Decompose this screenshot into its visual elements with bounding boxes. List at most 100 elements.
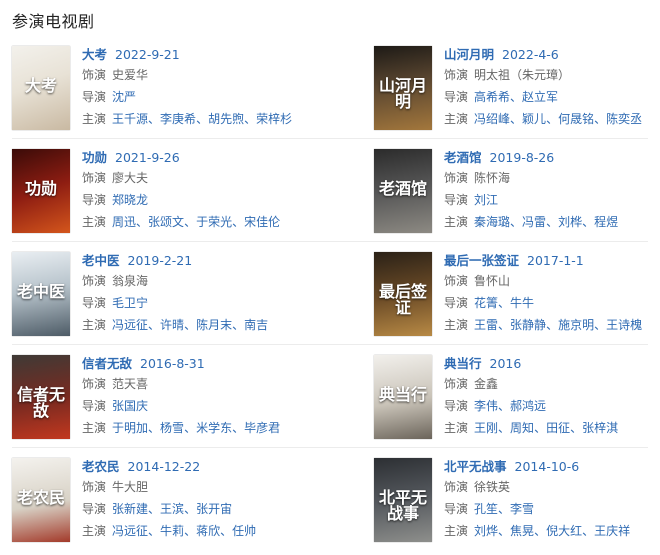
director-list: 郑晓龙 xyxy=(112,193,148,207)
list-separator: 、 xyxy=(184,421,197,435)
director-link[interactable]: 王滨 xyxy=(160,502,184,516)
role-row: 饰演 鲁怀山 xyxy=(444,270,660,292)
cast-link[interactable]: 杨雪 xyxy=(160,421,184,435)
cast-link[interactable]: 王千源 xyxy=(112,112,148,126)
director-link[interactable]: 牛牛 xyxy=(510,296,534,310)
drama-poster[interactable]: 北平无战事 xyxy=(374,458,432,542)
drama-poster[interactable]: 典当行 xyxy=(374,355,432,439)
cast-link[interactable]: 许晴 xyxy=(160,318,184,332)
director-link[interactable]: 孔笙 xyxy=(474,502,498,516)
role-value: 廖大夫 xyxy=(112,171,149,185)
director-link[interactable]: 李伟 xyxy=(474,399,498,413)
cast-link[interactable]: 任帅 xyxy=(232,524,256,538)
drama-release-date: 2019-2-21 xyxy=(127,253,193,268)
list-separator: 、 xyxy=(184,215,197,229)
director-link[interactable]: 郑晓龙 xyxy=(112,193,148,207)
cast-link[interactable]: 秦海璐 xyxy=(474,215,510,229)
director-link[interactable]: 沈严 xyxy=(112,90,136,104)
director-link[interactable]: 赵立军 xyxy=(522,90,558,104)
cast-link[interactable]: 王刚 xyxy=(474,421,498,435)
cast-link[interactable]: 何晟铭 xyxy=(558,112,594,126)
drama-poster[interactable]: 功勋 xyxy=(12,149,70,233)
director-link[interactable]: 毛卫宁 xyxy=(112,296,148,310)
drama-release-date: 2014-12-22 xyxy=(127,459,201,474)
cast-link[interactable]: 张梓淇 xyxy=(582,421,618,435)
cast-link[interactable]: 冯远征 xyxy=(112,318,148,332)
cast-link[interactable]: 施京明 xyxy=(558,318,594,332)
poster-title-art: 老中医 xyxy=(16,282,65,301)
poster-title-art: 老农民 xyxy=(16,488,65,507)
cast-link[interactable]: 冯雷 xyxy=(522,215,546,229)
director-label: 导演 xyxy=(82,502,107,516)
role-label: 饰演 xyxy=(82,171,107,185)
cast-link[interactable]: 王雷 xyxy=(474,318,498,332)
cast-link[interactable]: 张颂文 xyxy=(148,215,184,229)
drama-poster[interactable]: 山河月明 xyxy=(374,46,432,130)
cast-link[interactable]: 张静静 xyxy=(510,318,546,332)
cast-link[interactable]: 程煜 xyxy=(594,215,618,229)
director-link[interactable]: 张开宙 xyxy=(196,502,232,516)
cast-link[interactable]: 胡先煦 xyxy=(208,112,244,126)
director-link[interactable]: 高希希 xyxy=(474,90,510,104)
cast-link[interactable]: 周知 xyxy=(510,421,534,435)
director-link[interactable]: 李雪 xyxy=(510,502,534,516)
drama-poster[interactable]: 老酒馆 xyxy=(374,149,432,233)
cast-link[interactable]: 于明加 xyxy=(112,421,148,435)
drama-title-link[interactable]: 信者无敌 xyxy=(82,356,132,371)
drama-title-link[interactable]: 老中医 xyxy=(82,253,120,268)
drama-poster[interactable]: 最后签证 xyxy=(374,252,432,336)
cast-link[interactable]: 倪大红 xyxy=(546,524,582,538)
cast-link[interactable]: 牛莉 xyxy=(160,524,184,538)
drama-poster[interactable]: 信者无敌 xyxy=(12,355,70,439)
cast-row: 主演 冯远征、牛莉、蒋欣、任帅 xyxy=(82,520,322,542)
cast-label: 主演 xyxy=(444,524,469,538)
cast-link[interactable]: 于荣光 xyxy=(196,215,232,229)
director-link[interactable]: 郝鸿远 xyxy=(510,399,546,413)
role-row: 饰演 陈怀海 xyxy=(444,167,660,189)
drama-title-link[interactable]: 老酒馆 xyxy=(444,150,482,165)
cast-link[interactable]: 刘烨 xyxy=(474,524,498,538)
cast-link[interactable]: 刘桦 xyxy=(558,215,582,229)
director-link[interactable]: 张国庆 xyxy=(112,399,148,413)
drama-title-link[interactable]: 山河月明 xyxy=(444,47,494,62)
drama-title-link[interactable]: 北平无战事 xyxy=(444,459,507,474)
cast-link[interactable]: 荣梓杉 xyxy=(256,112,292,126)
drama-poster[interactable]: 老农民 xyxy=(12,458,70,542)
drama-poster[interactable]: 大考 xyxy=(12,46,70,130)
director-link[interactable]: 花箐 xyxy=(474,296,498,310)
list-separator: 、 xyxy=(534,524,547,538)
role-row: 饰演 金鑫 xyxy=(444,373,660,395)
cast-link[interactable]: 毕彦君 xyxy=(244,421,280,435)
drama-poster[interactable]: 老中医 xyxy=(12,252,70,336)
cast-link[interactable]: 周迅 xyxy=(112,215,136,229)
cast-list: 冯远征、许晴、陈月末、南吉 xyxy=(112,318,268,332)
role-value: 明太祖（朱元璋） xyxy=(474,68,571,82)
cast-link[interactable]: 陈月末 xyxy=(196,318,232,332)
cast-link[interactable]: 焦晃 xyxy=(510,524,534,538)
cast-link[interactable]: 宋佳伦 xyxy=(244,215,280,229)
cast-link[interactable]: 南吉 xyxy=(244,318,268,332)
role-row: 饰演 明太祖（朱元璋） xyxy=(444,64,660,86)
cast-label: 主演 xyxy=(444,112,469,126)
cast-link[interactable]: 冯绍峰 xyxy=(474,112,510,126)
director-link[interactable]: 张新建 xyxy=(112,502,148,516)
drama-info: 最后一张签证 2017-1-1 饰演 鲁怀山 导演 花箐、牛牛 主演 王雷、张静静、施京明、王… xyxy=(444,252,660,336)
cast-link[interactable]: 米学东 xyxy=(196,421,232,435)
drama-title-link[interactable]: 功勋 xyxy=(82,150,107,165)
drama-title-link[interactable]: 大考 xyxy=(82,47,107,62)
cast-link[interactable]: 冯远征 xyxy=(112,524,148,538)
cast-link[interactable]: 田征 xyxy=(546,421,570,435)
director-link[interactable]: 刘江 xyxy=(474,193,498,207)
cast-link[interactable]: 陈奕丞 xyxy=(606,112,642,126)
cast-list: 冯绍峰、颖儿、何晟铭、陈奕丞 xyxy=(474,112,642,126)
cast-link[interactable]: 颖儿 xyxy=(522,112,546,126)
cast-row: 主演 周迅、张颂文、于荣光、宋佳伦 xyxy=(82,211,322,233)
cast-link[interactable]: 王庆祥 xyxy=(594,524,630,538)
drama-title-link[interactable]: 最后一张签证 xyxy=(444,253,519,268)
cast-link[interactable]: 李庚希 xyxy=(160,112,196,126)
cast-link[interactable]: 王诗槐 xyxy=(606,318,642,332)
drama-title-link[interactable]: 典当行 xyxy=(444,356,482,371)
cast-link[interactable]: 蒋欣 xyxy=(196,524,220,538)
drama-title-row: 老中医 2019-2-21 xyxy=(82,252,322,270)
drama-title-link[interactable]: 老农民 xyxy=(82,459,120,474)
